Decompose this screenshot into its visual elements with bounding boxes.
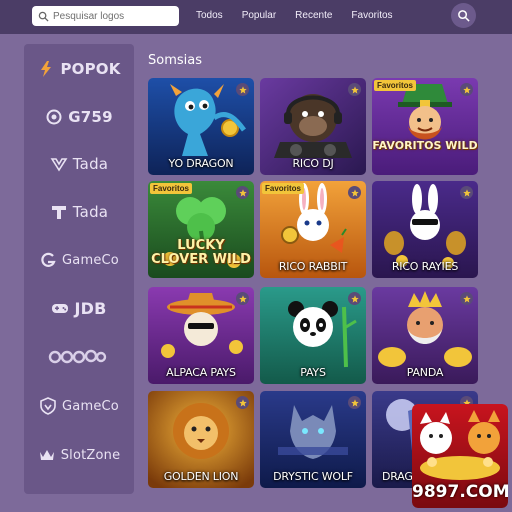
- game-card-pays[interactable]: PAYS: [260, 287, 366, 384]
- game-logo-text: FAVORITOS WILD: [372, 139, 478, 152]
- sidebar-item-g759[interactable]: G759: [24, 102, 134, 132]
- tada-t-icon: [50, 203, 68, 221]
- game-card-yo-dragon[interactable]: YO DRAGON: [148, 78, 254, 175]
- search-icon: [458, 10, 470, 22]
- game-card-favoritos-wild[interactable]: Favoritos FAVORITOS WILD: [372, 78, 478, 175]
- promo-label: 9897.COM: [412, 482, 508, 502]
- star-icon: [238, 294, 247, 302]
- sidebar-item-tada-2[interactable]: Tada: [24, 197, 134, 227]
- sidebar-item-cq9[interactable]: [24, 341, 134, 371]
- nav-tabs: Todos Popular Recente Favoritos: [196, 10, 412, 21]
- search-icon: [38, 11, 49, 22]
- search-input[interactable]: [53, 10, 173, 22]
- favorite-star-button[interactable]: [460, 292, 473, 305]
- sidebar-item-gameco-2[interactable]: GameCo: [24, 391, 134, 421]
- gameco-g-icon: [39, 251, 57, 269]
- game-title: RICO RABBIT: [278, 260, 348, 273]
- star-icon: [238, 85, 247, 93]
- gameco-shield-icon: [39, 397, 57, 415]
- search-button[interactable]: [451, 3, 476, 28]
- game-title: DRYSTIC WOLF: [273, 470, 353, 483]
- sidebar-item-label: GameCo: [62, 252, 119, 268]
- favorite-star-button[interactable]: [460, 83, 473, 96]
- game-card-panda[interactable]: PANDA: [372, 287, 478, 384]
- star-icon: [238, 188, 247, 196]
- sidebar-item-label: G759: [68, 108, 113, 126]
- sidebar-item-gameco[interactable]: GameCo: [24, 245, 134, 275]
- tab-todos[interactable]: Todos: [196, 10, 223, 21]
- popok-bolt-icon: [37, 60, 55, 78]
- favorite-star-button[interactable]: [348, 396, 361, 409]
- g759-ring-icon: [45, 108, 63, 126]
- sidebar-item-label: Tada: [72, 203, 109, 221]
- game-card-alpaca-pays[interactable]: ALPACA PAYS: [148, 287, 254, 384]
- sidebar-item-jdb[interactable]: JDB: [24, 293, 134, 323]
- favorite-star-button[interactable]: [236, 83, 249, 96]
- favorites-ribbon: Favoritos: [262, 183, 305, 194]
- sidebar-item-label: Tada: [72, 155, 109, 173]
- favorite-star-button[interactable]: [236, 292, 249, 305]
- favorite-star-button[interactable]: [348, 186, 361, 199]
- star-icon: [350, 398, 359, 406]
- game-title: RICO DJ: [292, 157, 334, 170]
- star-icon: [462, 294, 471, 302]
- sidebar-item-label: POPOK: [60, 60, 121, 78]
- sidebar-item-slotzone[interactable]: SlotZone: [24, 440, 134, 470]
- section-title: Somsias: [148, 53, 202, 68]
- game-logo-text: LUCKY CLOVER WILD: [151, 238, 251, 267]
- sidebar-item-popok[interactable]: POPOK: [24, 54, 134, 84]
- star-icon: [462, 85, 471, 93]
- favorite-star-button[interactable]: [348, 83, 361, 96]
- sidebar-item-label: SlotZone: [60, 447, 121, 463]
- tab-favoritos[interactable]: Favoritos: [351, 10, 392, 21]
- promo-badge[interactable]: 9897.COM: [412, 404, 508, 508]
- favorites-ribbon: Favoritos: [150, 183, 193, 194]
- tada-wings-icon: [50, 155, 68, 173]
- game-card-rico-rabbit[interactable]: Favoritos RICO RABBIT: [260, 181, 366, 278]
- top-bar: Todos Popular Recente Favoritos: [0, 0, 512, 34]
- sidebar-item-label: GameCo: [62, 398, 119, 414]
- game-card-drystic-wolf[interactable]: DRYSTIC WOLF: [260, 391, 366, 488]
- game-card-rico-rayies[interactable]: RICO RAYIES: [372, 181, 478, 278]
- game-title: ALPACA PAYS: [166, 366, 236, 379]
- game-title: RICO RAYIES: [391, 260, 459, 273]
- game-card-rico-dj[interactable]: RICO DJ: [260, 78, 366, 175]
- gamepad-icon: [51, 299, 69, 317]
- game-title: GOLDEN LION: [163, 470, 239, 483]
- star-icon: [350, 294, 359, 302]
- game-title: YO DRAGON: [168, 157, 234, 170]
- tab-popular[interactable]: Popular: [242, 10, 276, 21]
- star-icon: [462, 188, 471, 196]
- sidebar-item-label: JDB: [74, 298, 107, 318]
- game-title: PAYS: [300, 366, 326, 379]
- favorite-star-button[interactable]: [236, 396, 249, 409]
- favorite-star-button[interactable]: [460, 186, 473, 199]
- provider-sidebar: POPOK G759 Tada Tada GameCo JDB GameCo S…: [24, 44, 134, 494]
- star-icon: [350, 188, 359, 196]
- search-box[interactable]: [32, 6, 179, 26]
- favorites-ribbon: Favoritos: [374, 80, 417, 91]
- cq9-logo-icon: [47, 347, 107, 365]
- favorite-star-button[interactable]: [348, 292, 361, 305]
- crown-icon: [38, 446, 56, 464]
- star-icon: [350, 85, 359, 93]
- sidebar-item-tada[interactable]: Tada: [24, 149, 134, 179]
- game-title: PANDA: [406, 366, 444, 379]
- tab-recente[interactable]: Recente: [295, 10, 332, 21]
- game-card-golden-lion[interactable]: GOLDEN LION: [148, 391, 254, 488]
- game-card-lucky-clover-wild[interactable]: Favoritos LUCKY CLOVER WILD: [148, 181, 254, 278]
- star-icon: [238, 398, 247, 406]
- favorite-star-button[interactable]: [236, 186, 249, 199]
